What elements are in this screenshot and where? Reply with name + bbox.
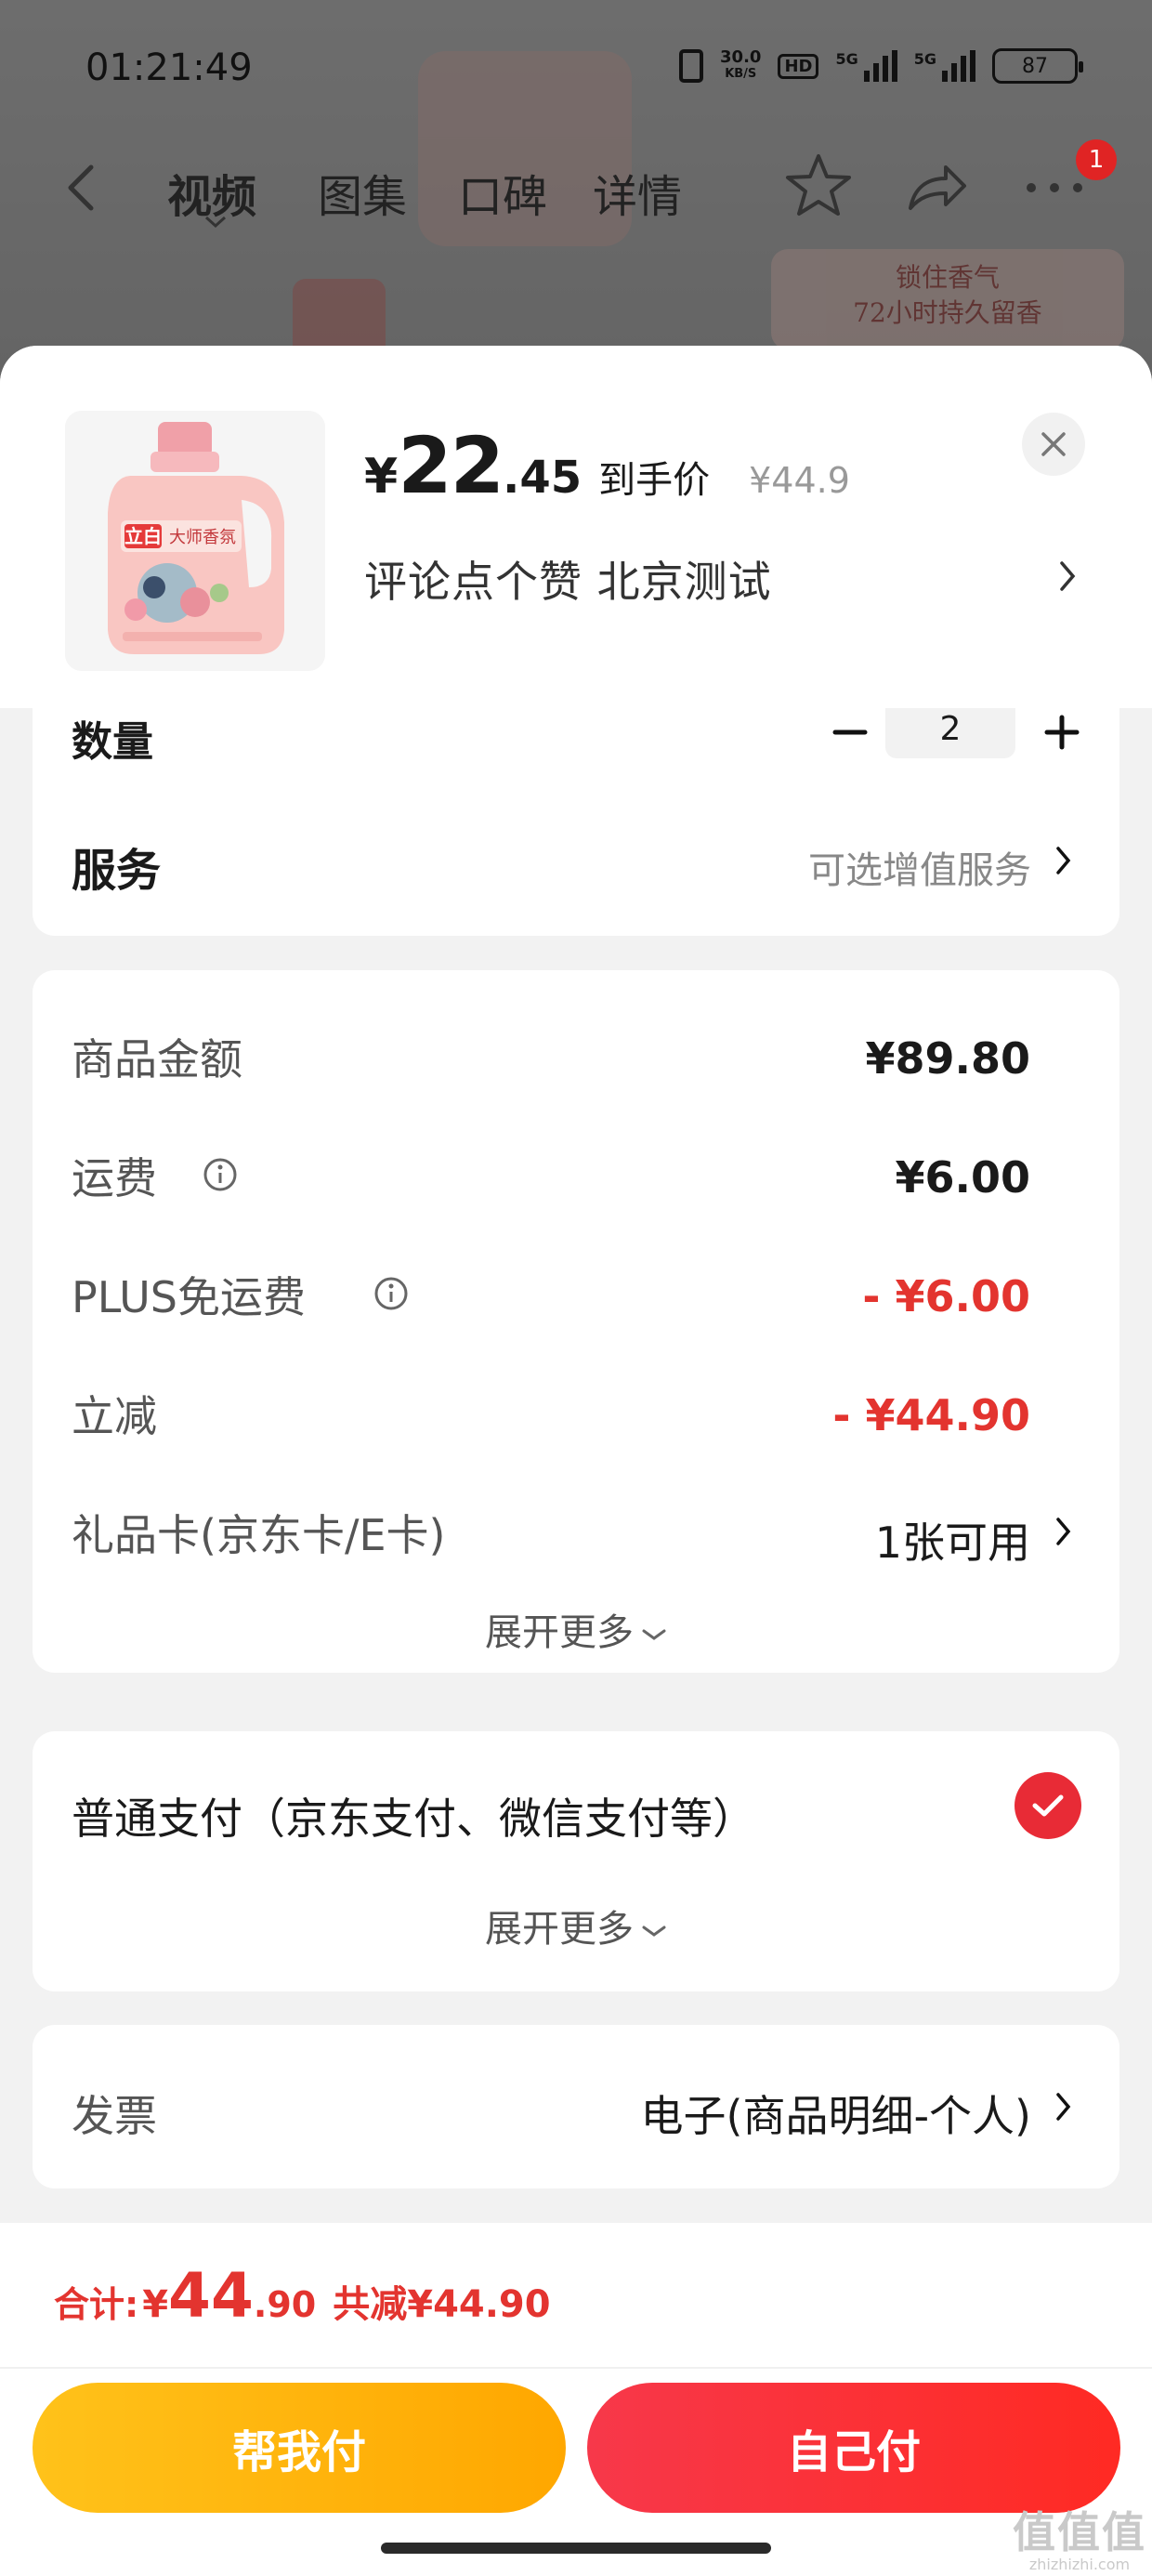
amount-value: - ¥44.90 [832, 1390, 1030, 1440]
total-decimal: .90 [253, 2284, 317, 2325]
amount-label: 运费 [72, 1153, 157, 1203]
total-integer: 44 [168, 2260, 254, 2332]
status-bar: 01:21:49 30.0 KB/S HD 5G 5G 87 [0, 0, 1152, 139]
share-icon[interactable] [903, 152, 970, 219]
more-options-icon[interactable] [1022, 178, 1087, 197]
expand-more-button[interactable]: 展开更多 [33, 1899, 1119, 1952]
help-me-pay-button[interactable]: 帮我付 [33, 2383, 566, 2513]
invoice-label: 发票 [72, 2091, 157, 2141]
watermark-site: zhizhizhi.com [1028, 2556, 1131, 2573]
amount-label: 商品金额 [72, 1034, 242, 1084]
hd-icon: HD [778, 53, 819, 79]
amount-row-gift-card[interactable]: 礼品卡(京东卡/E卡) 1张可用 [72, 1502, 1119, 1576]
total-currency: ¥ [142, 2283, 169, 2326]
chevron-right-icon[interactable] [1054, 844, 1073, 877]
payment-method-label[interactable]: 普通支付（京东支付、微信支付等） [72, 1785, 755, 1847]
back-arrow-icon[interactable] [59, 160, 106, 216]
network-speed-value: 30.0 [720, 47, 762, 67]
chevron-right-icon[interactable] [1057, 558, 1078, 595]
bottle-name: 大师香氛 [169, 528, 236, 547]
amount-value: ¥89.80 [865, 1033, 1030, 1084]
watermark: 值值值 zhizhizhi.com [1013, 2509, 1146, 2573]
amount-row-subtotal: 商品金额 ¥89.80 [72, 1026, 1119, 1100]
amount-label: PLUS免运费 [72, 1272, 306, 1322]
chevron-right-icon[interactable] [1054, 2090, 1073, 2123]
chevron-down-icon [642, 1925, 666, 1937]
invoice-value: 电子(商品明细-个人) [640, 2091, 1032, 2141]
pay-myself-button[interactable]: 自己付 [587, 2383, 1120, 2513]
chevron-down-icon [642, 1629, 666, 1640]
tab-gallery[interactable]: 图集 [318, 160, 407, 225]
final-price-label: 到手价 [598, 459, 711, 502]
quantity-decrease-button[interactable] [822, 714, 878, 751]
service-label: 服务 [72, 845, 162, 897]
network-speed-unit: KB/S [725, 67, 757, 81]
total-label: 合计: [54, 2284, 139, 2325]
chevron-right-icon[interactable] [1054, 1515, 1073, 1548]
amount-label: 立减 [72, 1391, 157, 1441]
total-saving: 共减¥44.90 [333, 2283, 551, 2326]
watermark-logo: 值值值 [1013, 2507, 1146, 2557]
checkout-footer: 合计: ¥ 44 .90 共减¥44.90 帮我付 自己付 [0, 2223, 1152, 2576]
quantity-label: 数量 [72, 718, 153, 766]
sheet-product-header: 立白 大师香氛 ¥ 22 .45 到手价 ¥44.9 评论点个赞 北京测试 [0, 346, 1152, 708]
signal-icon: 5G [835, 50, 897, 82]
amount-breakdown-card: 商品金额 ¥89.80 运费 ¥6.00 PLUS免运费 - ¥6.00 立减 … [33, 970, 1119, 1673]
battery-icon: 87 [992, 48, 1083, 84]
amount-value: - ¥6.00 [862, 1271, 1030, 1321]
signal-label: 5G [835, 50, 858, 68]
expand-more-label: 展开更多 [485, 1908, 634, 1951]
info-icon[interactable] [373, 1275, 410, 1312]
expand-more-label: 展开更多 [485, 1611, 634, 1654]
favorite-star-icon[interactable] [783, 151, 854, 221]
amount-row-shipping: 运费 ¥6.00 [72, 1145, 1119, 1219]
service-value[interactable]: 可选增值服务 [808, 840, 1031, 894]
tab-reviews[interactable]: 口碑 [458, 160, 547, 225]
status-time: 01:21:49 [85, 46, 253, 89]
tab-details[interactable]: 详情 [593, 160, 682, 225]
product-thumbnail[interactable]: 立白 大师香氛 [65, 411, 325, 671]
payment-method-card: 普通支付（京东支付、微信支付等） 展开更多 [33, 1731, 1119, 1991]
vibrate-icon [679, 49, 704, 83]
bottle-brand: 立白 [124, 525, 162, 547]
invoice-card[interactable]: 发票 电子(商品明细-个人) [33, 2025, 1119, 2188]
options-card: 数量 2 服务 可选增值服务 [33, 708, 1119, 936]
status-icons: 30.0 KB/S HD 5G 5G 87 [679, 48, 1083, 84]
amount-row-discount: 立减 - ¥44.90 [72, 1383, 1119, 1457]
notification-badge: 1 [1076, 139, 1117, 180]
price-integer: 22 [398, 420, 504, 511]
close-icon [1041, 432, 1066, 456]
product-nav-bar: 视频 图集 口碑 详情 1 [0, 139, 1152, 232]
signal-icon-2: 5G [914, 50, 975, 82]
quantity-input[interactable]: 2 [885, 708, 1015, 758]
price-currency: ¥ [364, 449, 399, 505]
close-button[interactable] [1022, 413, 1085, 476]
detergent-bottle-image: 立白 大师香氛 [65, 411, 325, 671]
original-price: ¥44.9 [749, 460, 850, 501]
checkmark-icon [1032, 1794, 1064, 1817]
amount-label: 礼品卡(京东卡/E卡) [72, 1510, 446, 1560]
amount-value: 1张可用 [874, 1518, 1030, 1568]
info-icon[interactable] [202, 1156, 239, 1193]
product-price: ¥ 22 .45 到手价 ¥44.9 [364, 420, 850, 511]
amount-row-plus-shipping: PLUS免运费 - ¥6.00 [72, 1264, 1119, 1338]
price-decimal: .45 [503, 452, 583, 504]
network-speed: 30.0 KB/S [720, 49, 761, 83]
signal-label-2: 5G [913, 50, 936, 68]
chevron-down-icon [204, 216, 227, 229]
home-indicator[interactable] [381, 2543, 771, 2554]
expand-more-button[interactable]: 展开更多 [33, 1602, 1119, 1656]
payment-selected-checkbox[interactable] [1015, 1772, 1081, 1839]
quantity-increase-button[interactable] [1036, 710, 1088, 755]
divider [0, 2367, 1152, 2369]
amount-value: ¥6.00 [895, 1152, 1030, 1203]
order-total: 合计: ¥ 44 .90 共减¥44.90 [54, 2260, 551, 2332]
selected-variant[interactable]: 评论点个赞 北京测试 [364, 548, 772, 610]
